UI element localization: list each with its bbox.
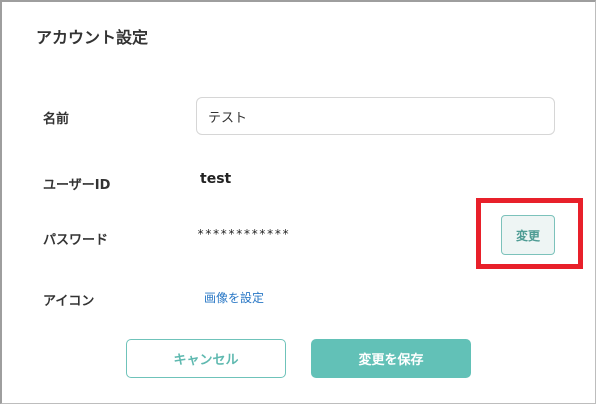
user-id-label: ユーザーID — [43, 178, 111, 193]
password-masked-value: ************ — [197, 227, 290, 241]
name-label: 名前 — [43, 112, 70, 127]
dialog-title: アカウント設定 — [36, 28, 149, 47]
user-id-value: test — [200, 171, 232, 187]
save-changes-button[interactable]: 変更を保存 — [311, 339, 471, 378]
icon-label: アイコン — [43, 294, 95, 309]
name-input[interactable] — [196, 97, 555, 135]
set-image-link[interactable]: 画像を設定 — [204, 289, 264, 306]
account-settings-dialog: アカウント設定 名前 ユーザーID test パスワード ***********… — [0, 0, 596, 404]
change-password-button[interactable]: 変更 — [501, 215, 555, 255]
password-label: パスワード — [43, 233, 109, 248]
cancel-button[interactable]: キャンセル — [126, 339, 286, 378]
